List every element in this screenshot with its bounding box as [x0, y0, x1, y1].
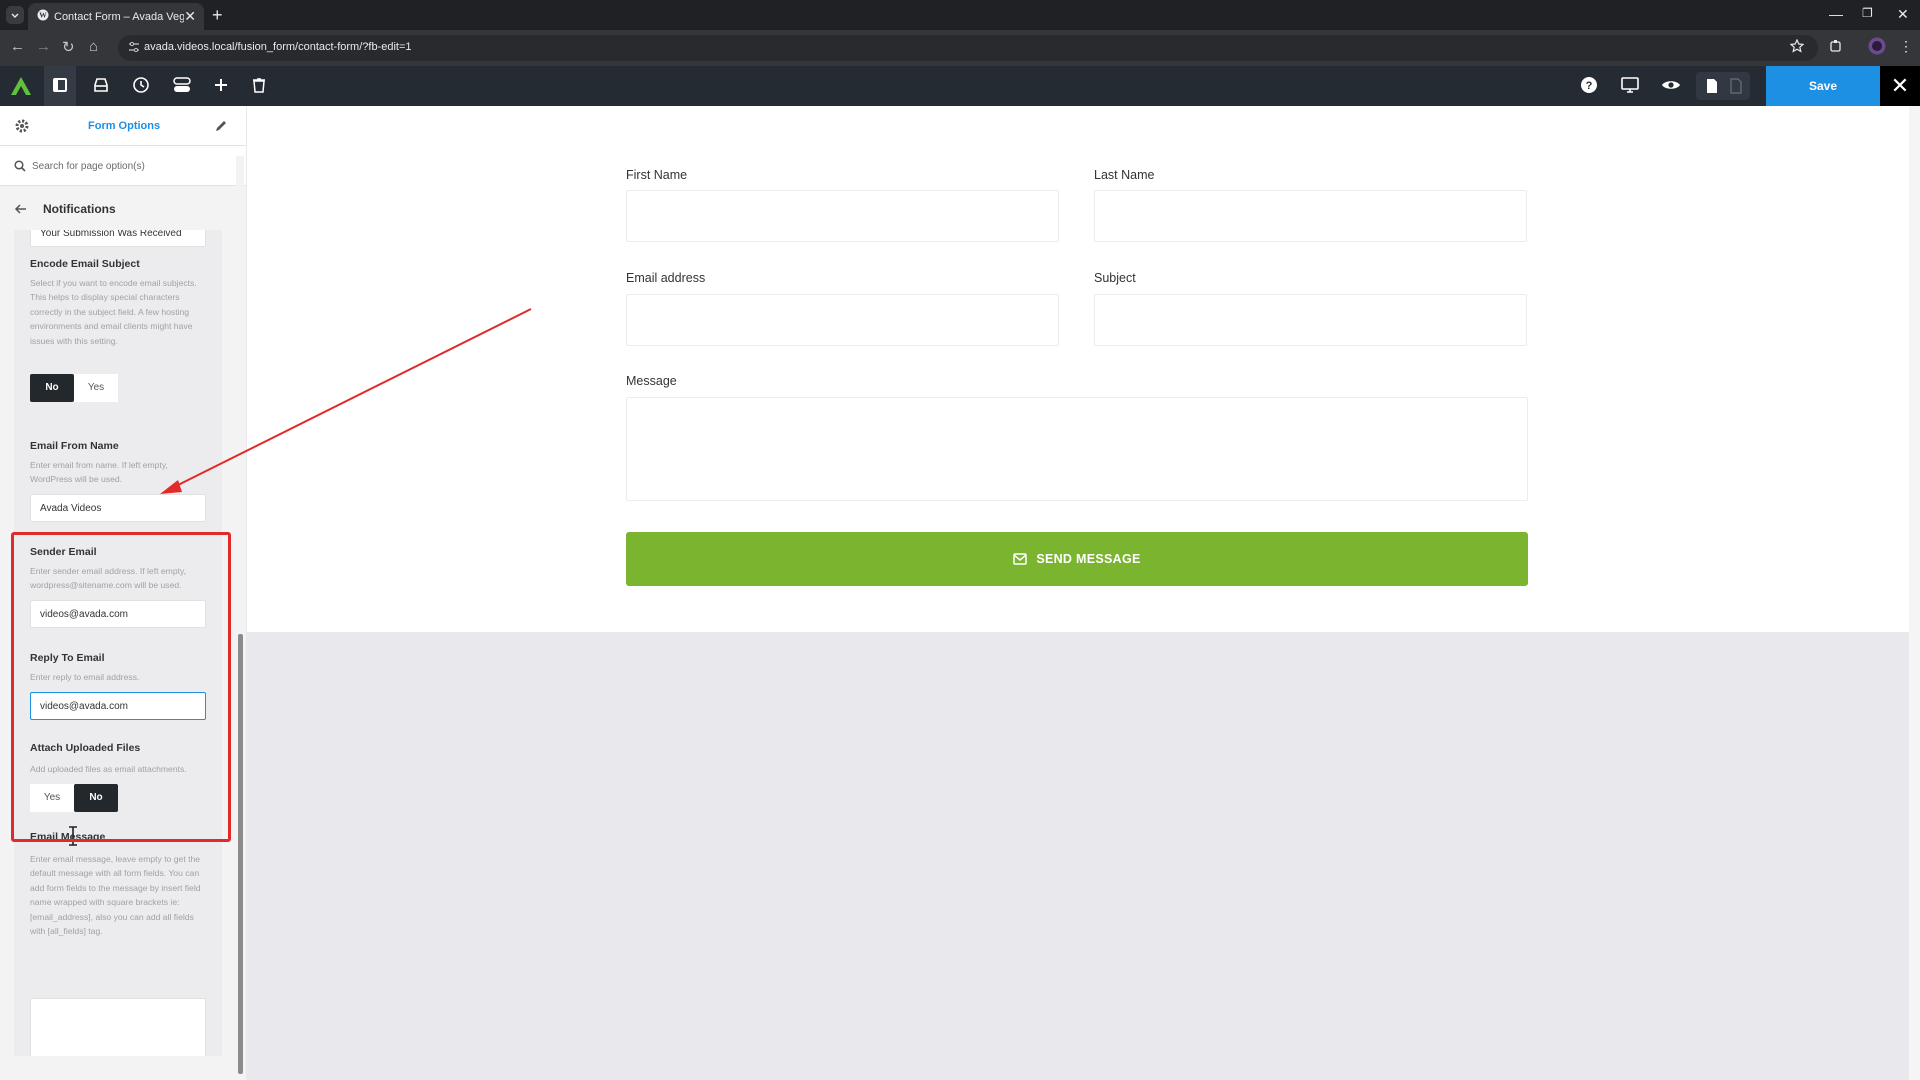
- email-message-textarea[interactable]: [30, 998, 206, 1056]
- reload-icon[interactable]: ↻: [62, 38, 75, 56]
- message-label: Message: [626, 374, 677, 388]
- home-icon[interactable]: ⌂: [89, 38, 98, 55]
- sidebar-toggle-icon: [51, 76, 71, 96]
- reply-to-label: Reply To Email: [30, 652, 105, 664]
- search-icon: [14, 160, 26, 172]
- form-preview-canvas: First Name Last Name Email address Subje…: [247, 106, 1909, 632]
- bookmark-star-icon[interactable]: [1790, 39, 1804, 53]
- preview-eye-icon[interactable]: [1661, 76, 1681, 96]
- forward-icon[interactable]: →: [36, 38, 51, 55]
- browser-tab[interactable]: W Contact Form – Avada Vegan St ✕: [28, 3, 204, 30]
- add-icon[interactable]: [212, 76, 232, 96]
- address-bar-row: ← → ↻ ⌂ avada.videos.local/fusion_form/c…: [0, 30, 1920, 66]
- library-icon[interactable]: [92, 76, 112, 96]
- subject-label: Subject: [1094, 271, 1136, 285]
- attach-yes-option[interactable]: Yes: [30, 784, 74, 812]
- options-sidebar: Form Options Notifications Your Submissi…: [0, 106, 246, 1080]
- trash-icon[interactable]: [250, 76, 270, 96]
- sender-email-label: Sender Email: [30, 546, 97, 558]
- tab-close-icon[interactable]: ✕: [184, 8, 196, 25]
- attach-files-toggle: Yes No: [30, 784, 118, 812]
- window-close-icon[interactable]: ✕: [1897, 6, 1909, 23]
- from-name-desc: Enter email from name. If left empty, Wo…: [30, 460, 168, 485]
- url-field[interactable]: avada.videos.local/fusion_form/contact-f…: [118, 35, 1818, 61]
- browser-tab-bar: W Contact Form – Avada Vegan St ✕ + — ❐ …: [0, 0, 1920, 30]
- pencil-icon[interactable]: [214, 119, 228, 133]
- notification-options: Your Submission Was Received Encode Emai…: [14, 230, 222, 1056]
- tab-title: Contact Form – Avada Vegan St: [54, 11, 184, 23]
- from-name-label: Email From Name: [30, 440, 119, 452]
- gear-icon[interactable]: [14, 118, 30, 134]
- encode-yes-option[interactable]: Yes: [74, 374, 118, 402]
- send-message-label: SEND MESSAGE: [1036, 552, 1141, 566]
- back-icon[interactable]: ←: [10, 38, 25, 55]
- restore-icon[interactable]: ❐: [1862, 6, 1873, 20]
- new-tab-icon[interactable]: +: [212, 6, 223, 24]
- wordpress-icon: W: [37, 9, 49, 21]
- email-subject-field[interactable]: Your Submission Was Received: [30, 230, 206, 247]
- first-name-input[interactable]: [626, 190, 1059, 242]
- sender-email-field[interactable]: videos@avada.com: [30, 600, 206, 628]
- reply-to-field[interactable]: videos@avada.com: [30, 692, 206, 720]
- svg-text:W: W: [39, 11, 47, 20]
- encode-subject-toggle: No Yes: [30, 374, 118, 402]
- attach-files-label: Attach Uploaded Files: [30, 742, 141, 754]
- url-text: avada.videos.local/fusion_form/contact-f…: [144, 41, 412, 53]
- back-arrow-icon[interactable]: [14, 202, 28, 216]
- toggle-icon[interactable]: [172, 76, 192, 96]
- section-title: Notifications: [43, 202, 116, 216]
- builder-toolbar: ? Save ✕: [0, 66, 1920, 106]
- envelope-icon: [1013, 553, 1028, 565]
- email-input[interactable]: [626, 294, 1059, 346]
- option-search: [0, 146, 246, 186]
- page-icon[interactable]: [1705, 78, 1719, 94]
- encode-subject-desc: Select if you want to encode email subje…: [30, 278, 197, 346]
- history-icon[interactable]: [132, 76, 152, 96]
- attach-no-option[interactable]: No: [74, 784, 118, 812]
- from-name-field[interactable]: Avada Videos: [30, 494, 206, 522]
- message-textarea[interactable]: [626, 397, 1528, 501]
- tab-form-options[interactable]: Form Options: [88, 120, 160, 132]
- site-info-icon[interactable]: [128, 41, 140, 53]
- email-label: Email address: [626, 271, 706, 285]
- first-name-label: First Name: [626, 168, 688, 182]
- avada-logo-icon[interactable]: [10, 75, 31, 95]
- extensions-icon[interactable]: [1829, 39, 1843, 53]
- view-mode-group: [1696, 72, 1750, 100]
- encode-no-option[interactable]: No: [30, 374, 74, 402]
- tab-search-button[interactable]: [6, 6, 24, 24]
- profile-avatar-icon[interactable]: [1868, 37, 1886, 55]
- search-input[interactable]: [32, 156, 232, 176]
- email-message-desc: Enter email message, leave empty to get …: [30, 854, 201, 937]
- send-message-button[interactable]: SEND MESSAGE: [626, 532, 1528, 586]
- attach-files-desc: Add uploaded files as email attachments.: [30, 764, 187, 774]
- close-icon[interactable]: ✕: [1880, 66, 1920, 106]
- sidebar-scrollbar-thumb[interactable]: [238, 634, 243, 1074]
- save-button[interactable]: Save: [1766, 66, 1880, 106]
- canvas-right-scrollbar[interactable]: [1909, 106, 1920, 1080]
- help-icon[interactable]: ?: [1580, 76, 1600, 96]
- svg-text:?: ?: [1586, 80, 1593, 92]
- subject-input[interactable]: [1094, 294, 1527, 346]
- last-name-input[interactable]: [1094, 190, 1527, 242]
- desktop-icon[interactable]: [1620, 76, 1640, 96]
- encode-subject-label: Encode Email Subject: [30, 258, 140, 270]
- reply-to-desc: Enter reply to email address.: [30, 672, 140, 682]
- sidebar-header: Form Options: [0, 106, 246, 146]
- minimize-icon[interactable]: —: [1829, 6, 1843, 22]
- sender-email-desc: Enter sender email address. If left empt…: [30, 566, 187, 591]
- browser-menu-icon[interactable]: ⋮: [1899, 38, 1913, 55]
- text-cursor-icon: [68, 826, 78, 846]
- last-name-label: Last Name: [1094, 168, 1155, 182]
- notifications-header: Notifications: [0, 189, 246, 229]
- page-outline-icon[interactable]: [1729, 78, 1743, 94]
